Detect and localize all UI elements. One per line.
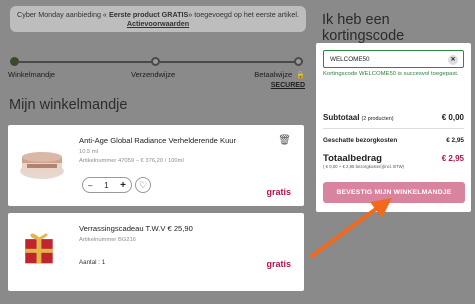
total-label: Totaalbedrag	[323, 153, 382, 164]
trash-icon[interactable]: 🗑	[278, 135, 291, 146]
product-image-gift-box	[25, 233, 53, 264]
secured-label: SECURED	[270, 82, 305, 89]
quantity-stepper: – 1 +	[82, 177, 132, 193]
subtotal-row: Subtotaal (2 producten) € 0,00	[323, 113, 464, 122]
annotation-arrow	[310, 198, 392, 258]
subtotal-value: € 0,00	[441, 113, 464, 122]
subtotal-note: (2 producten)	[361, 116, 394, 122]
product-sku: Artikelnummer 47059 – € 376,20 / 100ml	[79, 158, 184, 164]
coupon-title-line1: Ik heb een	[322, 12, 390, 28]
total-value: € 2,95	[441, 154, 464, 163]
qty-plus-button[interactable]: +	[120, 180, 126, 191]
qty-minus-button[interactable]: –	[88, 181, 92, 190]
coupon-title: Ik heb een kortingscode	[322, 12, 404, 44]
cart-item: Verrassingscadeau T.W.V € 25,90 Artikeln…	[8, 213, 304, 291]
banner-text-prefix: Cyber Monday aanbieding «	[17, 10, 109, 19]
product-price: gratis	[266, 259, 291, 269]
shipping-row: Geschatte bezorgkosten € 2,95	[323, 137, 464, 144]
step-label-payment[interactable]: Betaalwijze 🔒 SECURED	[254, 70, 305, 90]
product-image-cream-jar	[20, 152, 64, 179]
total-row: Totaalbedrag € 2,95	[323, 153, 464, 164]
product-quantity: Aantal : 1	[79, 259, 106, 266]
coupon-success-message: Kortingscode WELCOME50 is succesvol toeg…	[323, 71, 459, 77]
product-name[interactable]: Anti-Age Global Radiance Verhelderende K…	[79, 136, 236, 145]
subtotal-label: Subtotaal	[323, 113, 360, 122]
lock-icon: 🔒	[296, 72, 305, 79]
coupon-code-value: WELCOME50	[330, 56, 370, 63]
step-dot-payment	[294, 57, 303, 66]
product-size: 10.5 ml	[79, 149, 99, 155]
banner-text-suffix: » toegevoegd op het eerste artikel.	[188, 10, 299, 19]
promo-banner: Cyber Monday aanbieding « Eerste product…	[10, 6, 306, 32]
order-summary: WELCOME50 ✕ Kortingscode WELCOME50 is su…	[316, 43, 471, 212]
checkout-progress: Winkelmandje Verzendwijze Betaalwijze 🔒 …	[8, 56, 305, 96]
summary-divider	[323, 128, 464, 129]
step-label-shipping[interactable]: Verzendwijze	[131, 70, 175, 79]
clear-coupon-button[interactable]: ✕	[448, 55, 458, 65]
banner-text-bold: Eerste product GRATIS	[108, 10, 189, 19]
product-sku: Artikelnummer BG216	[79, 237, 137, 243]
heart-icon[interactable]: ♡	[135, 177, 151, 193]
step-label-payment-text: Betaalwijze	[254, 70, 293, 79]
coupon-code-input[interactable]: WELCOME50 ✕	[323, 50, 464, 68]
step-dot-shipping	[151, 57, 160, 66]
product-name[interactable]: Verrassingscadeau T.W.V € 25,90	[79, 224, 193, 233]
step-label-cart[interactable]: Winkelmandje	[8, 70, 55, 79]
total-note: ( € 0,00 + € 2,95 bezorgkosten)(incl. BT…	[323, 164, 405, 169]
coupon-title-line2: kortingscode	[322, 28, 405, 44]
product-price: gratis	[266, 187, 291, 197]
banner-terms-link[interactable]: Actievoorwaarden	[127, 19, 189, 28]
cart-title: Mijn winkelmandje	[9, 97, 128, 113]
step-dot-cart	[10, 57, 19, 66]
cart-item: Anti-Age Global Radiance Verhelderende K…	[8, 125, 304, 206]
qty-value[interactable]: 1	[104, 181, 108, 190]
shipping-value: € 2,95	[446, 137, 464, 144]
shipping-label: Geschatte bezorgkosten	[323, 137, 398, 144]
